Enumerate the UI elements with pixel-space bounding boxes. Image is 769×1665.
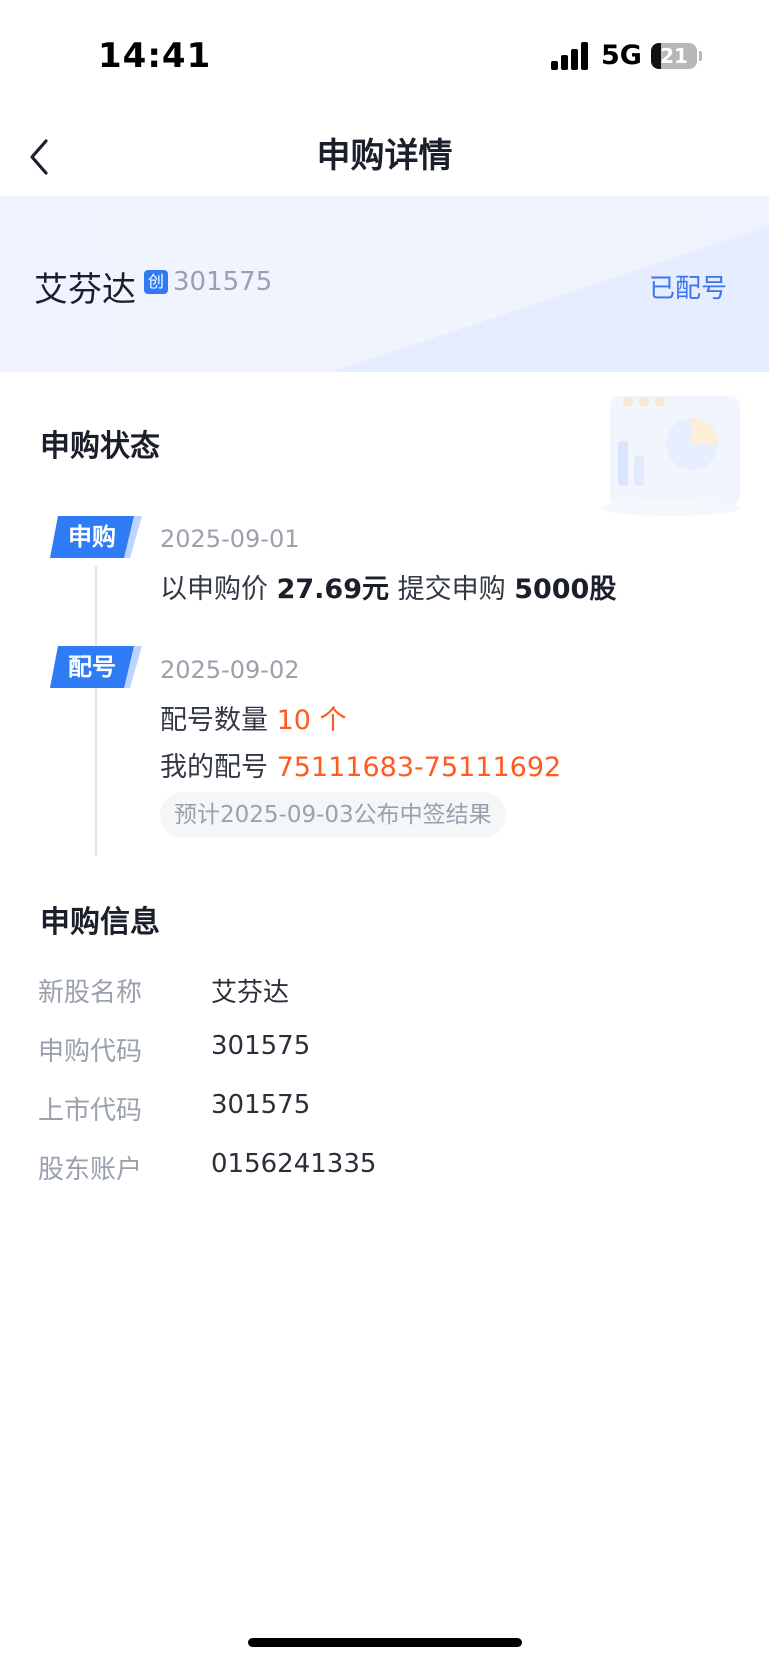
stock-header: 艾芬达 创 301575 已配号 — [0, 196, 769, 372]
info-label-shareholder-account: 股东账户 — [38, 1155, 143, 1185]
section-title-info: 申购信息 — [40, 905, 160, 940]
allocation-numbers-row: 我的配号 75111683-75111692 — [160, 752, 562, 783]
info-value-listing-code: 301575 — [211, 1090, 311, 1120]
subscription-price: 27.69元 — [276, 574, 389, 605]
chart-illustration-icon — [600, 396, 740, 516]
status-bar: 14:41 5G 21 — [0, 0, 769, 110]
stock-code: 301575 — [173, 267, 273, 297]
allocation-status[interactable]: 已配号 — [649, 268, 727, 305]
info-value-subscription-code: 301575 — [211, 1031, 311, 1061]
allocation-numbers: 75111683-75111692 — [276, 752, 562, 783]
result-date-note: 预计2025-09-03公布中签结果 — [160, 792, 506, 838]
allocation-count: 10 个 — [276, 705, 347, 736]
section-title-status: 申购状态 — [40, 429, 160, 464]
step-subscribe-detail: 以申购价 27.69元 提交申购 5000股 — [160, 574, 617, 605]
nav-bar: 申购详情 — [0, 110, 769, 196]
stock-name: 艾芬达 — [34, 270, 136, 310]
info-value-shareholder-account: 0156241335 — [211, 1149, 377, 1179]
info-value-stock-name: 艾芬达 — [211, 978, 290, 1008]
step-tag-subscribe: 申购 — [50, 516, 142, 558]
step-tag-allocation: 配号 — [50, 646, 142, 688]
chinext-badge: 创 — [144, 270, 168, 294]
battery-level: 21 — [660, 44, 688, 68]
step-date: 2025-09-02 — [160, 656, 300, 684]
info-label-stock-name: 新股名称 — [38, 978, 143, 1008]
timeline-line — [95, 566, 97, 856]
network-type: 5G — [601, 40, 642, 71]
subscription-shares: 5000股 — [514, 574, 617, 605]
page-title: 申购详情 — [316, 136, 453, 176]
info-label-listing-code: 上市代码 — [38, 1096, 143, 1126]
cellular-signal-icon — [551, 42, 588, 70]
allocation-count-row: 配号数量 10 个 — [160, 705, 347, 736]
step-date: 2025-09-01 — [160, 525, 300, 553]
battery-icon: 21 — [651, 43, 702, 69]
info-label-subscription-code: 申购代码 — [38, 1037, 143, 1067]
status-time: 14:41 — [98, 36, 212, 76]
home-indicator[interactable] — [248, 1638, 522, 1647]
